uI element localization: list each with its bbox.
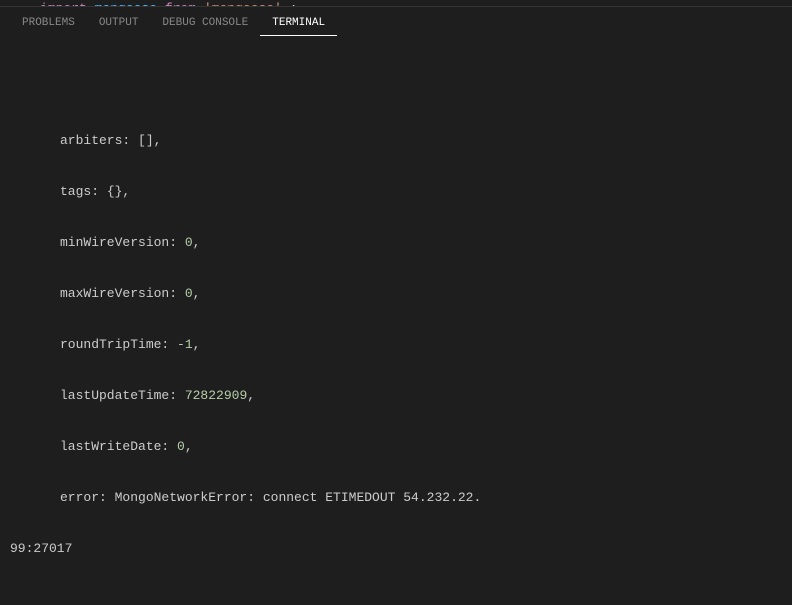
json-arbiters: arbiters: [], [10,132,782,149]
terminal-output[interactable]: arbiters: [], tags: {}, minWireVersion: … [0,39,792,605]
bottom-panel: PROBLEMS OUTPUT DEBUG CONSOLE TERMINAL a… [0,6,792,605]
tab-output[interactable]: OUTPUT [87,11,151,35]
json-lastupdate: lastUpdateTime: 72822909, [10,387,782,404]
tab-problems[interactable]: PROBLEMS [10,11,87,35]
keyword-import: import [40,0,87,6]
json-minwire: minWireVersion: 0, [10,234,782,251]
json-error-line2: 99:27017 [10,540,782,557]
string-mongoose: 'mongoose' [204,1,282,6]
json-error-line1: error: MongoNetworkError: connect ETIMED… [10,489,782,506]
identifier-mongoose: mongoose [95,1,157,6]
json-maxwire: maxWireVersion: 0, [10,285,782,302]
json-rtt: roundTripTime: -1, [10,336,782,353]
json-tags: tags: {}, [10,183,782,200]
tab-debug-console[interactable]: DEBUG CONSOLE [150,11,260,35]
panel-tabs: PROBLEMS OUTPUT DEBUG CONSOLE TERMINAL [0,7,792,39]
tab-terminal[interactable]: TERMINAL [260,11,337,36]
keyword-from: from [165,1,196,6]
terminal-blank [10,81,782,98]
json-lastwrite: lastWriteDate: 0, [10,438,782,455]
